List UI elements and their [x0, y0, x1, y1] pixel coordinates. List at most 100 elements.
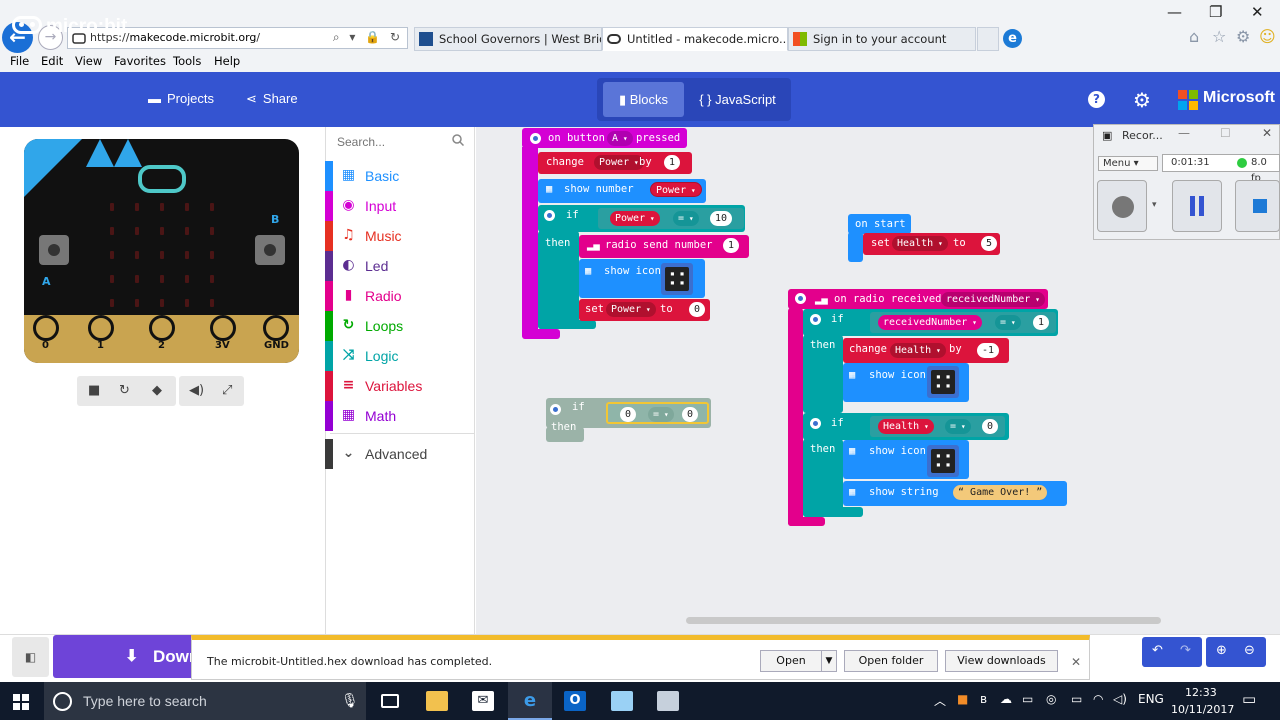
set-power-block[interactable]: set Power to 0	[579, 299, 710, 321]
close-notification-button[interactable]: ✕	[1071, 655, 1081, 669]
microbit-simulator[interactable]: A B 0 1 2 3V GND	[24, 139, 299, 363]
parameter-dropdown[interactable]: receivedNumber	[941, 292, 1045, 307]
restart-icon[interactable]: ↻	[119, 383, 130, 398]
tab-sign-in[interactable]: Sign in to your account	[788, 27, 976, 51]
operator-dropdown[interactable]: =	[995, 315, 1021, 330]
toolbox-category-led[interactable]: ◐ Led	[325, 251, 474, 281]
on-radio-received-block[interactable]: ▂▄ on radio received receivedNumber	[788, 289, 1048, 309]
zoom-out-icon[interactable]: ⊖	[1244, 643, 1255, 658]
show-icon-block[interactable]: ▦ show icon	[579, 259, 705, 298]
volume-icon[interactable]: ◁)	[1113, 692, 1127, 706]
icon-picker[interactable]	[661, 263, 693, 295]
on-button-pressed-block[interactable]: on button A pressed	[522, 128, 687, 148]
settings-gear-icon[interactable]: ⚙	[1133, 88, 1151, 112]
undo-icon[interactable]: ↶	[1152, 643, 1163, 658]
radio-send-number-block[interactable]: ▂▄ radio send number 1	[579, 235, 749, 258]
close-window-button[interactable]: ✕	[1251, 3, 1264, 21]
open-button[interactable]: Open	[760, 650, 822, 672]
number-input[interactable]: 5	[981, 236, 998, 251]
toolbox-category-variables[interactable]: ≡ Variables	[325, 371, 474, 401]
show-hidden-icons[interactable]: ︿	[934, 692, 946, 709]
pin-3v[interactable]	[210, 315, 236, 341]
variable-dropdown[interactable]: Power	[606, 302, 656, 317]
variable-dropdown[interactable]: Power	[594, 155, 644, 170]
pause-button[interactable]	[1172, 180, 1222, 232]
menu-tools[interactable]: Tools	[173, 54, 201, 68]
workspace-horizontal-scrollbar[interactable]	[686, 617, 1161, 624]
pin-gnd[interactable]	[263, 315, 289, 341]
toolbox-category-music[interactable]: ♫ Music	[325, 221, 474, 251]
toolbox-category-basic[interactable]: ▦ Basic	[325, 161, 474, 191]
menu-file[interactable]: File	[10, 54, 29, 68]
button-a[interactable]	[39, 235, 69, 265]
variable-dropdown[interactable]: Health	[890, 343, 946, 358]
toolbox-category-loops[interactable]: ↻ Loops	[325, 311, 474, 341]
pin-1[interactable]	[88, 315, 114, 341]
input-language[interactable]: ENG	[1138, 692, 1164, 706]
if-block[interactable]: if receivedNumber = 1	[803, 309, 1058, 336]
projects-button[interactable]: ▬ Projects	[148, 91, 214, 106]
toolbox-category-logic[interactable]: ⤨ Logic	[325, 341, 474, 371]
clock-date[interactable]: 10/11/2017	[1171, 703, 1234, 716]
menu-edit[interactable]: Edit	[41, 54, 63, 68]
address-tools-icons[interactable]: ⌕ ▾ 🔒 ↻	[333, 30, 403, 45]
search-icon[interactable]	[452, 134, 464, 146]
number-input[interactable]: 1	[1033, 315, 1050, 330]
tray-app-icon[interactable]: ▭	[1022, 692, 1033, 706]
task-view-icon[interactable]	[368, 682, 412, 720]
wifi-icon[interactable]: ◠	[1093, 692, 1103, 706]
operator-dropdown[interactable]: =	[945, 419, 971, 434]
home-icon[interactable]: ⌂	[1189, 27, 1199, 46]
favorites-star-icon[interactable]: ☆	[1212, 27, 1226, 46]
open-folder-button[interactable]: Open folder	[844, 650, 938, 672]
number-input[interactable]: 1	[664, 155, 681, 170]
number-input[interactable]: 0	[682, 407, 699, 422]
show-icon-block[interactable]: ▦ show icon	[843, 440, 969, 479]
compare-block[interactable]: Power = 10	[598, 208, 744, 229]
number-input[interactable]: 0	[620, 407, 637, 422]
compare-block[interactable]: receivedNumber = 1	[870, 312, 1056, 333]
smiley-icon[interactable]: ☺	[1259, 27, 1276, 46]
tab-school-governors[interactable]: School Governors | West Bridgf...	[414, 27, 602, 51]
pin-0[interactable]	[33, 315, 59, 341]
compare-block[interactable]: Health = 0	[870, 416, 1005, 437]
if-block[interactable]: if Health = 0	[803, 413, 1009, 440]
maximize-button[interactable]: ❐	[1209, 3, 1222, 21]
change-health-block[interactable]: change Health by -1	[843, 338, 1009, 363]
toolbox-category-input[interactable]: ◉ Input	[325, 191, 474, 221]
redo-icon[interactable]: ↷	[1180, 643, 1191, 658]
button-dropdown[interactable]: A	[607, 131, 633, 146]
parameter-reporter[interactable]: receivedNumber	[878, 315, 982, 330]
record-button[interactable]	[1097, 180, 1147, 232]
tray-app-icon[interactable]: ◎	[1046, 692, 1056, 706]
fullscreen-icon[interactable]: ⤢	[222, 383, 232, 398]
bluetooth-icon[interactable]: ʙ	[980, 692, 987, 706]
battery-icon[interactable]: ▭	[1071, 692, 1082, 706]
blocks-tab[interactable]: ▮ Blocks	[603, 82, 684, 117]
compare-block[interactable]: 0 = 0	[606, 402, 709, 424]
app-icon[interactable]	[646, 682, 690, 720]
stop-icon[interactable]: ■	[88, 383, 100, 398]
microbit-logo[interactable]: micro:bit	[12, 15, 127, 40]
windows-start-icon[interactable]	[13, 694, 29, 710]
tab-makecode[interactable]: Untitled - makecode.micro...	[602, 27, 788, 51]
variable-reporter[interactable]: Power	[610, 211, 660, 226]
mute-icon[interactable]: ◀)	[189, 383, 204, 398]
show-number-block[interactable]: ▦ show number Power	[538, 179, 706, 203]
change-power-block[interactable]: change Power by 1	[538, 152, 692, 174]
stop-record-button[interactable]	[1235, 180, 1280, 232]
on-start-block[interactable]: on start	[848, 214, 911, 234]
record-options-icon[interactable]: ▾	[1152, 200, 1157, 210]
number-input[interactable]: 1	[723, 238, 740, 253]
menu-view[interactable]: View	[75, 54, 102, 68]
file-explorer-icon[interactable]	[415, 682, 459, 720]
variable-reporter[interactable]: Health	[878, 419, 934, 434]
number-input[interactable]: -1	[977, 343, 1000, 358]
variable-reporter[interactable]: Power	[650, 182, 702, 197]
if-block[interactable]: if Power = 10	[538, 205, 745, 232]
minimize-button[interactable]: —	[1167, 3, 1182, 21]
tray-app-icon[interactable]: ■	[957, 692, 968, 706]
pin-2[interactable]	[149, 315, 175, 341]
new-tab-button[interactable]	[977, 27, 999, 51]
button-b[interactable]	[255, 235, 285, 265]
